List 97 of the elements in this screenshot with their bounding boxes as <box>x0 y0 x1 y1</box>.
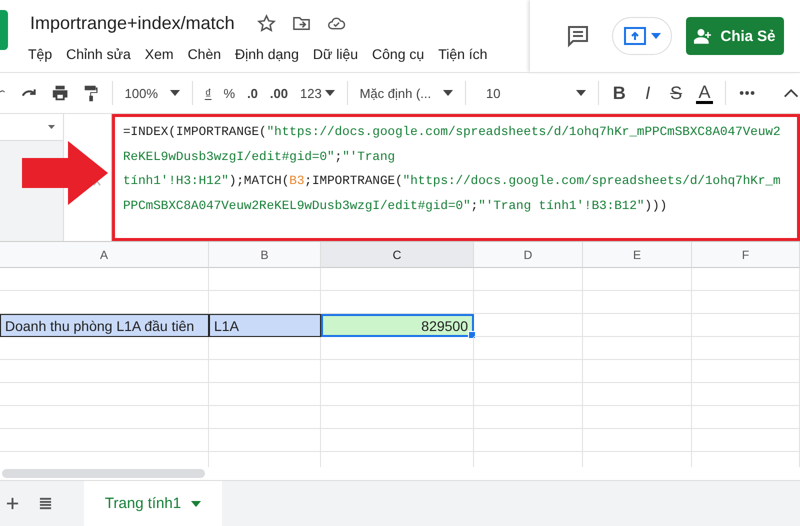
table-cell[interactable] <box>321 429 474 452</box>
formula-line: =INDEX(IMPORTRANGE("https://docs.google.com/spreadsheets/d/1ohq7hKr_mPPCmSBXC8A047Veuw2 <box>123 124 782 141</box>
column-header[interactable]: E <box>583 242 692 268</box>
table-cell[interactable] <box>0 429 209 452</box>
menu-item[interactable]: Chèn <box>188 46 222 62</box>
add-sheet-icon[interactable] <box>6 497 19 510</box>
menu-item[interactable]: Tiện ích <box>438 46 488 62</box>
table-cell[interactable] <box>583 314 692 337</box>
number-format-dropdown[interactable]: 123 <box>300 86 335 100</box>
table-cell[interactable] <box>209 383 321 406</box>
table-cell[interactable] <box>209 360 321 383</box>
italic-button[interactable]: I <box>640 82 656 104</box>
table-cell[interactable] <box>474 360 583 383</box>
sheet-tab[interactable]: Trang tính1 <box>84 481 222 526</box>
table-cell[interactable] <box>321 383 474 406</box>
caret-icon <box>48 125 55 129</box>
column-header[interactable]: D <box>474 242 583 268</box>
formula-line: ReKEL9wDusb3wzgI/edit#gid=0";"'Trang <box>123 148 396 166</box>
font-size-dropdown[interactable]: 10 <box>478 86 586 100</box>
menu-item[interactable]: Chỉnh sửa <box>66 46 131 62</box>
table-cell[interactable] <box>0 383 209 406</box>
table-cell[interactable] <box>474 429 583 452</box>
table-cell[interactable] <box>321 406 474 429</box>
table-cell[interactable] <box>0 268 209 291</box>
table-cell[interactable] <box>321 360 474 383</box>
document-title[interactable]: Importrange+index/match <box>30 12 235 34</box>
percent-button[interactable]: % <box>224 86 236 100</box>
present-icon <box>624 27 646 45</box>
menu-item[interactable]: Xem <box>144 46 174 62</box>
table-cell[interactable] <box>209 337 321 360</box>
table-cell[interactable] <box>583 383 692 406</box>
menu-icon[interactable] <box>39 497 52 510</box>
app-logo-icon[interactable] <box>0 10 8 50</box>
font-dropdown[interactable]: Mặc định (... <box>360 86 454 100</box>
column-header[interactable]: F <box>692 242 800 268</box>
table-cell[interactable] <box>0 337 209 360</box>
table-cell[interactable] <box>692 383 800 406</box>
table-cell[interactable] <box>474 291 583 314</box>
table-cell[interactable] <box>474 337 583 360</box>
table-cell[interactable] <box>692 429 800 452</box>
increase-decimals-button[interactable]: .00 <box>270 86 288 100</box>
table-cell[interactable] <box>321 268 474 291</box>
table-cell[interactable]: L1A <box>209 314 321 337</box>
text-color-button[interactable]: A <box>696 82 713 104</box>
star-icon[interactable] <box>256 14 276 32</box>
strikethrough-button[interactable]: S <box>668 82 684 104</box>
column-header[interactable]: C <box>321 242 474 268</box>
paint-format-icon[interactable] <box>82 83 100 103</box>
table-cell[interactable] <box>583 291 692 314</box>
table-cell[interactable] <box>0 360 209 383</box>
table-cell[interactable] <box>692 314 800 337</box>
menu-item[interactable]: Công cụ <box>372 46 424 62</box>
caret-icon <box>170 90 180 96</box>
menu-item[interactable]: Dữ liệu <box>312 46 358 62</box>
table-cell[interactable] <box>583 268 692 291</box>
caret-icon <box>650 33 660 39</box>
print-icon[interactable] <box>51 83 70 103</box>
table-cell[interactable] <box>321 337 474 360</box>
table-cell[interactable]: 829500 <box>321 314 474 337</box>
caret-icon <box>443 90 454 96</box>
table-cell[interactable] <box>209 268 321 291</box>
currency-button[interactable]: ₫ <box>204 86 212 100</box>
table-cell[interactable] <box>583 360 692 383</box>
caret-icon <box>576 90 586 96</box>
caret-icon <box>324 90 335 96</box>
column-header[interactable]: A <box>0 242 209 268</box>
zoom-dropdown[interactable]: 100% <box>124 86 180 100</box>
table-cell[interactable] <box>583 337 692 360</box>
table-cell[interactable] <box>692 268 800 291</box>
table-cell[interactable]: Doanh thu phòng L1A đầu tiên <box>0 314 209 337</box>
column-header[interactable]: B <box>209 242 321 268</box>
table-cell[interactable] <box>0 406 209 429</box>
table-cell[interactable] <box>209 429 321 452</box>
formula-line: tính1'!H3:H12");MATCH(B3;IMPORTRANGE("https://docs.google.com/spreadsheets/d/1ohq7hKr_m <box>123 173 782 190</box>
table-cell[interactable] <box>692 406 800 429</box>
person-add-icon <box>694 28 712 44</box>
table-cell[interactable] <box>583 406 692 429</box>
table-cell[interactable] <box>692 360 800 383</box>
present-button[interactable] <box>612 17 672 55</box>
bold-button[interactable]: B <box>611 82 628 104</box>
table-cell[interactable] <box>583 429 692 452</box>
table-cell[interactable] <box>692 337 800 360</box>
decrease-decimals-button[interactable]: .0 <box>247 86 258 100</box>
comment-icon[interactable] <box>566 24 590 48</box>
table-cell[interactable] <box>474 268 583 291</box>
formula-line: PPCmSBXC8A047Veuw2ReKEL9wDusb3wzgI/edit#gid=0";"'Trang tính1'!B3:B12"))) <box>123 198 668 215</box>
table-cell[interactable] <box>474 406 583 429</box>
scrollbar-thumb[interactable] <box>2 469 205 478</box>
table-cell[interactable] <box>474 383 583 406</box>
table-cell[interactable] <box>474 314 583 337</box>
menu-item[interactable]: Định dạng <box>235 46 299 62</box>
menu-item[interactable]: Tệp <box>28 46 52 62</box>
formula-field[interactable] <box>112 114 800 241</box>
table-cell[interactable] <box>692 291 800 314</box>
table-cell[interactable] <box>209 406 321 429</box>
share-button[interactable]: Chia Sẻ <box>686 17 784 55</box>
caret-icon <box>191 500 202 506</box>
